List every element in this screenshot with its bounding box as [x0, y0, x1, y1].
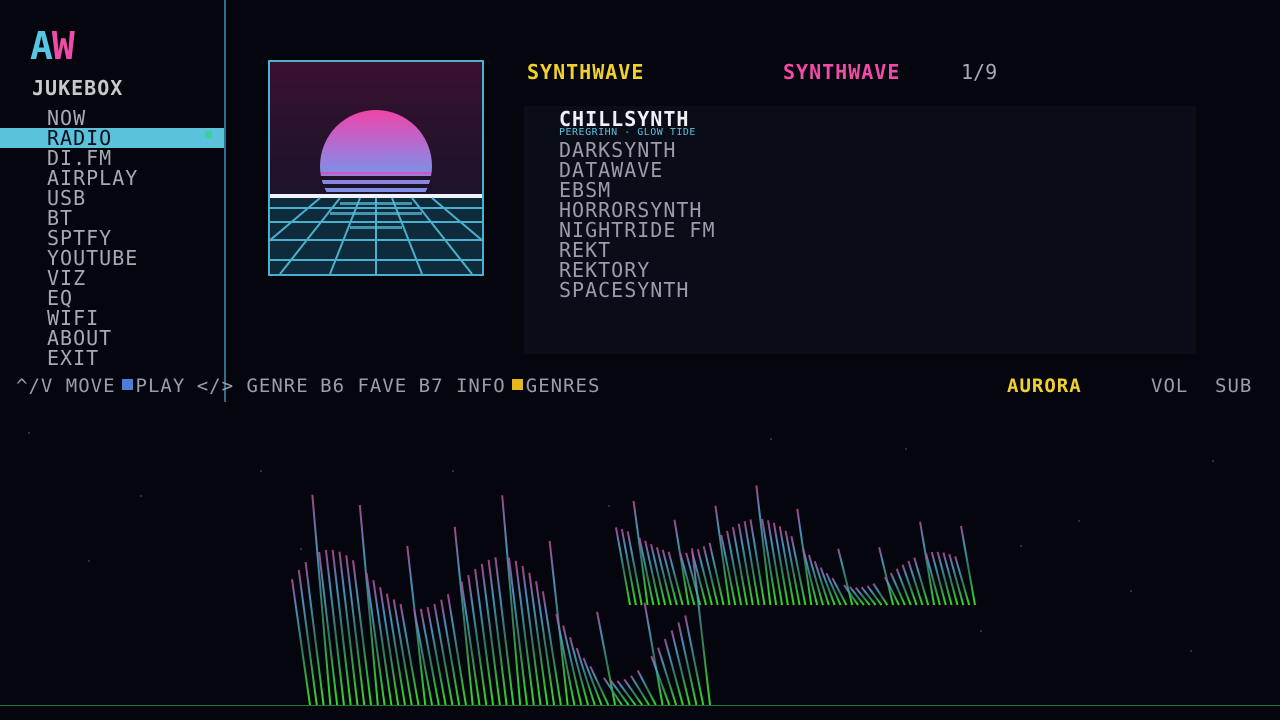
audio-visualizer	[291, 485, 976, 706]
sidebar-item-eq[interactable]: EQ	[0, 288, 224, 308]
station-item[interactable]: SPACESYNTH	[559, 280, 716, 300]
visualizer-line	[731, 526, 748, 606]
station-list: DARKSYNTH DATAWAVE EBSM HORRORSYNTH NIGH…	[559, 140, 716, 300]
visualizer-line	[755, 485, 772, 606]
visualizer-line	[743, 521, 760, 606]
station-item[interactable]: DARKSYNTH	[559, 140, 716, 160]
controls-hint-bar: ^/V MOVE PLAY </> GENRE B6 FAVE B7 INFO GE…	[16, 375, 600, 397]
sidebar-item-airplay[interactable]: AIRPLAY	[0, 168, 224, 188]
station-item[interactable]: REKT	[559, 240, 716, 260]
visualizer-line	[453, 526, 474, 706]
sidebar-item-now[interactable]: NOW	[0, 108, 224, 128]
genre-current[interactable]: SYNTHWAVE	[783, 60, 900, 84]
visualizer-line	[358, 504, 379, 706]
station-list-panel: CHILLSYNTH PEREGRIHN - GLOW TIDE DARKSYN…	[524, 106, 1196, 354]
station-item[interactable]: DATAWAVE	[559, 160, 716, 180]
station-item[interactable]: HORRORSYNTH	[559, 200, 716, 220]
visualizer-line	[737, 523, 754, 606]
visualizer-line	[632, 500, 649, 606]
app-logo: AW	[30, 24, 75, 68]
synthwave-sunset-icon	[270, 110, 482, 274]
sidebar-item-bt[interactable]: BT	[0, 208, 224, 228]
sidebar-item-usb[interactable]: USB	[0, 188, 224, 208]
sidebar-item-radio[interactable]: RADIO	[0, 128, 224, 148]
subwoofer-label[interactable]: SUB	[1215, 375, 1252, 397]
visualizer-line	[501, 495, 522, 706]
sidebar-item-viz[interactable]: VIZ	[0, 268, 224, 288]
visualizer-line	[691, 548, 711, 706]
visualizer-line	[714, 505, 731, 606]
visualizer-baseline	[0, 705, 1280, 706]
visualizer-line	[702, 546, 719, 606]
sidebar-item-youtube[interactable]: YOUTUBE	[0, 248, 224, 268]
sidebar-item-exit[interactable]: EXIT	[0, 348, 224, 368]
hint-info: B7 INFO	[418, 375, 506, 397]
visualizer-line	[907, 560, 924, 606]
station-item[interactable]: EBSM	[559, 180, 716, 200]
jukebox-screen: AW JUKEBOX NOW RADIO DI.FM AIRPLAY USB B…	[0, 0, 1280, 720]
genre-page-count: 1/9	[961, 60, 998, 84]
hint-genres: GENRES	[525, 375, 601, 397]
visualizer-line	[913, 557, 930, 606]
album-art-image	[268, 60, 484, 276]
now-playing-track: PEREGRIHN - GLOW TIDE	[559, 127, 696, 138]
genre-title: SYNTHWAVE	[527, 60, 645, 84]
station-item[interactable]: REKTORY	[559, 260, 716, 280]
visualizer-line	[837, 548, 854, 606]
visualizer-line	[919, 521, 936, 606]
sidebar-item-difm[interactable]: DI.FM	[0, 148, 224, 168]
app-title: JUKEBOX	[32, 76, 124, 100]
visualizer-line	[696, 548, 713, 606]
visualizer-line	[291, 579, 311, 706]
visualizer-line	[673, 519, 690, 606]
logo-letter-w: W	[51, 24, 75, 68]
visualizer-line	[311, 494, 332, 706]
visualizer-line	[895, 568, 912, 606]
sidebar: AW JUKEBOX NOW RADIO DI.FM AIRPLAY USB B…	[0, 0, 224, 372]
hint-fave: B6 FAVE	[320, 375, 408, 397]
visualizer-line	[726, 530, 743, 606]
play-key-icon	[121, 379, 133, 390]
sidebar-item-about[interactable]: ABOUT	[0, 328, 224, 348]
hint-play: PLAY	[135, 375, 186, 397]
hint-genre: </> GENRE	[196, 375, 309, 397]
visualizer-line	[960, 525, 976, 606]
sidebar-item-wifi[interactable]: WIFI	[0, 308, 224, 328]
sidebar-divider	[224, 0, 226, 402]
volume-label[interactable]: VOL	[1151, 375, 1188, 397]
logo-letter-a: A	[30, 24, 53, 68]
playing-station-name: AURORA	[1007, 375, 1082, 397]
station-item[interactable]: NIGHTRIDE FM	[559, 220, 716, 240]
visualizer-line	[901, 564, 918, 606]
sidebar-item-sptfy[interactable]: SPTFY	[0, 228, 224, 248]
sidebar-nav: NOW RADIO DI.FM AIRPLAY USB BT SPTFY YOU…	[0, 108, 224, 368]
hint-move: ^/V MOVE	[16, 375, 116, 397]
genres-key-icon	[511, 379, 523, 390]
